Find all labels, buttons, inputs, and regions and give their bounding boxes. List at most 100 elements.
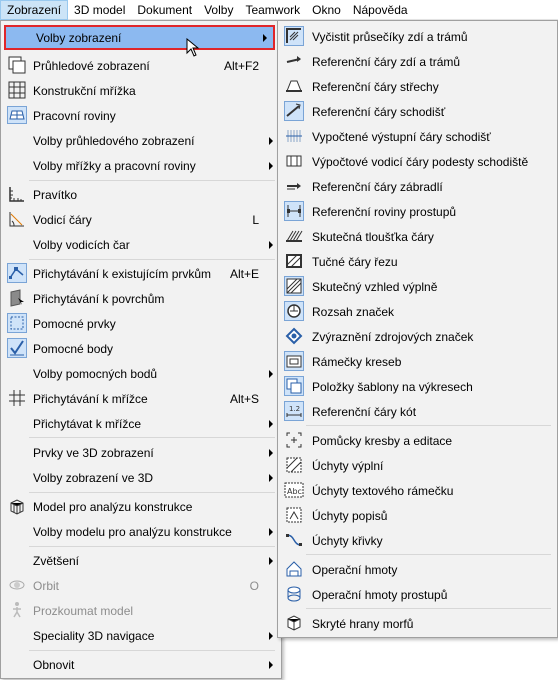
submenu-item-opening-operators[interactable]: Operační hmoty prostupů — [280, 582, 555, 607]
menu-item-label: Průhledové zobrazení — [33, 58, 150, 73]
master-items-icon — [284, 376, 304, 396]
menu-item-label: Referenční čáry schodišť — [312, 104, 446, 119]
shortcut-label: L — [252, 212, 259, 227]
menu-item-label: Rámečky kreseb — [312, 354, 402, 369]
menu-item-zoom[interactable]: Zvětšení — [3, 548, 279, 573]
menu-item-3d-navigation-extras[interactable]: Speciality 3D navigace — [3, 623, 279, 648]
menu-item-structural-model[interactable]: Model pro analýzu konstrukce — [3, 494, 279, 519]
submenu-item-drawing-frames[interactable]: Rámečky kreseb — [280, 349, 555, 374]
menu-item-label: Pomocné prvky — [33, 316, 116, 331]
submenu-item-walkline[interactable]: Vypočtené výstupní čáry schodišť — [280, 124, 555, 149]
shortcut-label: Alt+F2 — [223, 58, 259, 73]
submenu-arrow-icon — [269, 240, 273, 249]
submenu-item-wall-ref-lines[interactable]: Referenční čáry zdí a trámů — [280, 49, 555, 74]
opening-planes-icon — [284, 201, 304, 221]
menu-item-label: Zvětšení — [33, 553, 80, 568]
menu-item-label: Prozkoumat model — [33, 603, 134, 618]
menu-item-grid-options[interactable]: Volby mřížky a pracovní roviny — [3, 153, 279, 178]
menu-item-snap-surfaces[interactable]: Přichytávání k povrchům — [3, 286, 279, 311]
menu-item-trace-options[interactable]: Volby průhledového zobrazení — [3, 128, 279, 153]
drawing-frames-icon — [284, 351, 304, 371]
submenu-item-drawing-aids[interactable]: Pomůcky kresby a editace — [280, 428, 555, 453]
helper-elements-icon — [7, 313, 27, 333]
submenu-item-true-line-weight[interactable]: Skutečná tloušťka čáry — [280, 224, 555, 249]
separator — [306, 554, 551, 555]
menu-item-elements-in-3d[interactable]: Prvky ve 3D zobrazení — [3, 440, 279, 465]
menu-item-label: Úchyty křivky — [312, 533, 383, 548]
morph-hidden-edges-icon — [284, 613, 304, 633]
true-line-weight-icon — [284, 226, 304, 246]
separator — [29, 180, 275, 181]
menu-item-label: Vypočtené výstupní čáry schodišť — [312, 129, 491, 144]
menu-zobrazeni[interactable]: Zobrazení — [0, 0, 69, 20]
menu-3d-model[interactable]: 3D model — [68, 0, 131, 20]
menu-item-label: Pomůcky kresby a editace — [312, 433, 453, 448]
menu-item-guide-lines[interactable]: Vodicí čáry L — [3, 207, 279, 232]
menu-item-snap-to-grid[interactable]: Přichytávat k mřížce — [3, 411, 279, 436]
menu-item-trace[interactable]: Průhledové zobrazení Alt+F2 — [3, 53, 279, 78]
menu-item-3d-view-options[interactable]: Volby zobrazení ve 3D — [3, 465, 279, 490]
submenu-item-vectorial-hatching[interactable]: Skutečný vzhled výplně — [280, 274, 555, 299]
submenu-item-clean-intersections[interactable]: Vyčistit průsečíky zdí a trámů — [280, 24, 555, 49]
menu-item-structural-model-options[interactable]: Volby modelu pro analýzu konstrukce — [3, 519, 279, 544]
submenu-item-operator-volumes[interactable]: Operační hmoty — [280, 557, 555, 582]
menu-item-label: Speciality 3D navigace — [33, 628, 155, 643]
menu-item-label: Tučné čáry řezu — [312, 254, 398, 269]
menu-item-guide-line-options[interactable]: Volby vodicích čar — [3, 232, 279, 257]
menu-okno[interactable]: Okno — [306, 0, 347, 20]
menu-item-label: Úchyty výplní — [312, 458, 384, 473]
submenu-item-roof-ref-lines[interactable]: Referenční čáry střechy — [280, 74, 555, 99]
submenu-item-marker-range[interactable]: Rozsah značek — [280, 299, 555, 324]
menu-item-snap-grid[interactable]: Přichytávání k mřížce Alt+S — [3, 386, 279, 411]
roof-ref-lines-icon — [284, 76, 304, 96]
menu-item-label: Úchyty textového rámečku — [312, 483, 454, 498]
submenu-item-bold-cut-lines[interactable]: Tučné čáry řezu — [280, 249, 555, 274]
submenu-item-opening-planes[interactable]: Referenční roviny prostupů — [280, 199, 555, 224]
menu-item-orbit[interactable]: Orbit O — [3, 573, 279, 598]
submenu-item-railing-ref[interactable]: Referenční čáry zábradlí — [280, 174, 555, 199]
menu-item-explore-model[interactable]: Prozkoumat model — [3, 598, 279, 623]
separator — [306, 425, 551, 426]
menu-item-work-planes[interactable]: Pracovní roviny — [3, 103, 279, 128]
menu-volby[interactable]: Volby — [198, 0, 239, 20]
menu-item-helper-elements[interactable]: Pomocné prvky — [3, 311, 279, 336]
menu-item-helper-point-options[interactable]: Volby pomocných bodů — [3, 361, 279, 386]
menu-item-view-options[interactable]: Volby zobrazení — [4, 25, 275, 50]
menu-teamwork[interactable]: Teamwork — [239, 0, 306, 20]
submenu-item-stair-ref-lines[interactable]: Referenční čáry schodišť — [280, 99, 555, 124]
menu-item-refresh[interactable]: Obnovit — [3, 652, 279, 677]
submenu-arrow-icon — [269, 473, 273, 482]
submenu-item-dimension-ref[interactable]: 1.2 Referenční čáry kót — [280, 399, 555, 424]
submenu-item-label-handles[interactable]: Úchyty popisů — [280, 503, 555, 528]
ruler-icon — [7, 184, 27, 204]
separator — [29, 546, 275, 547]
menu-item-label: Vyčistit průsečíky zdí a trámů — [312, 29, 468, 44]
submenu-item-fill-handles[interactable]: Úchyty výplní — [280, 453, 555, 478]
menu-item-ruler[interactable]: Pravítko — [3, 182, 279, 207]
submenu-item-highlight-markers[interactable]: Zvýraznění zdrojových značek — [280, 324, 555, 349]
highlight-markers-icon — [284, 326, 304, 346]
submenu-arrow-icon — [269, 660, 273, 669]
operator-volumes-icon — [284, 559, 304, 579]
railing-ref-icon — [284, 176, 304, 196]
submenu-arrow-icon — [269, 161, 273, 170]
submenu-item-master-items[interactable]: Položky šablony na výkresech — [280, 374, 555, 399]
menu-item-snap-elements[interactable]: Přichytávání k existujícím prvkům Alt+E — [3, 261, 279, 286]
submenu-item-morph-hidden-edges[interactable]: Skryté hrany morfů — [280, 611, 555, 636]
menu-napoveda[interactable]: Nápověda — [347, 0, 414, 20]
menu-dokument[interactable]: Dokument — [131, 0, 198, 20]
menu-item-helper-points[interactable]: Pomocné body — [3, 336, 279, 361]
structural-model-icon — [7, 496, 27, 516]
submenu-item-text-handles[interactable]: Abc Úchyty textového rámečku — [280, 478, 555, 503]
menu-item-label: Model pro analýzu konstrukce — [33, 499, 193, 514]
submenu-item-landing-lines[interactable]: Výpočtové vodicí čáry podesty schodiště — [280, 149, 555, 174]
menu-item-label: Operační hmoty prostupů — [312, 587, 448, 602]
menu-item-label: Položky šablony na výkresech — [312, 379, 473, 394]
separator — [29, 259, 275, 260]
menu-item-label: Referenční čáry zdí a trámů — [312, 54, 461, 69]
menu-item-label: Pomocné body — [33, 341, 114, 356]
menu-item-label: Volby zobrazení ve 3D — [33, 470, 154, 485]
menu-item-grid[interactable]: Konstrukční mřížka — [3, 78, 279, 103]
orbit-icon — [7, 575, 27, 595]
submenu-item-curve-handles[interactable]: Úchyty křivky — [280, 528, 555, 553]
